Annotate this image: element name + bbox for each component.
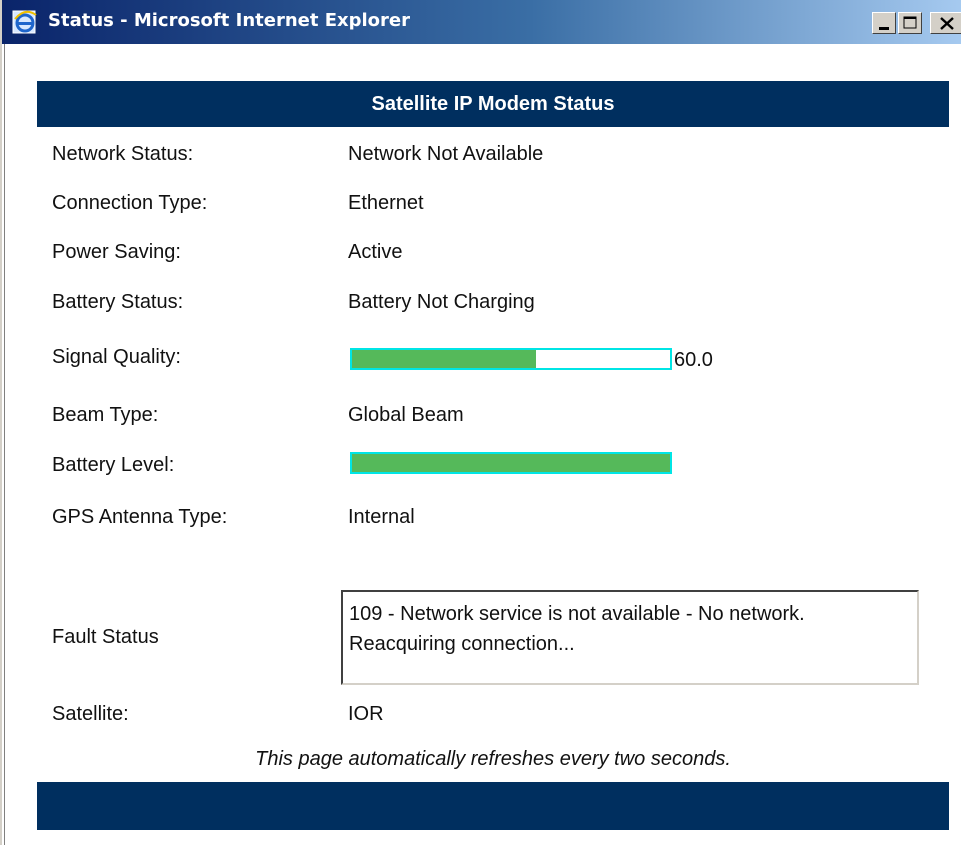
connection-type-label: Connection Type: xyxy=(52,192,208,214)
connection-type-value: Ethernet xyxy=(348,192,424,214)
refresh-note: This page automatically refreshes every … xyxy=(255,748,731,770)
close-button[interactable] xyxy=(930,12,961,34)
satellite-value: IOR xyxy=(348,703,384,725)
battery-level-bar-fill xyxy=(352,454,670,472)
fault-status-textbox[interactable]: 109 - Network service is not available -… xyxy=(341,590,919,685)
browser-window: Status - Microsoft Internet Explorer Sat… xyxy=(0,0,961,845)
signal-quality-bar-fill xyxy=(352,350,537,368)
signal-quality-bar xyxy=(350,348,672,370)
page-header: Satellite IP Modem Status xyxy=(37,81,949,127)
gps-antenna-type-label: GPS Antenna Type: xyxy=(52,506,228,528)
minimize-icon xyxy=(879,27,889,30)
power-saving-label: Power Saving: xyxy=(52,241,181,263)
gps-antenna-type-value: Internal xyxy=(348,506,415,528)
satellite-label: Satellite: xyxy=(52,703,129,725)
beam-type-value: Global Beam xyxy=(348,404,464,426)
minimize-button[interactable] xyxy=(872,12,896,34)
window-title: Status - Microsoft Internet Explorer xyxy=(48,10,411,31)
page-content: Satellite IP Modem Status Network Status… xyxy=(4,44,961,845)
maximize-icon xyxy=(903,16,917,29)
battery-level-label: Battery Level: xyxy=(52,454,175,476)
page-footer xyxy=(37,782,949,830)
network-status-label: Network Status: xyxy=(52,143,194,165)
ie-icon xyxy=(12,9,38,35)
beam-type-label: Beam Type: xyxy=(52,404,159,426)
maximize-button[interactable] xyxy=(898,12,922,34)
battery-level-bar xyxy=(350,452,672,474)
battery-status-value: Battery Not Charging xyxy=(348,291,535,313)
network-status-value: Network Not Available xyxy=(348,143,544,165)
signal-quality-label: Signal Quality: xyxy=(52,346,181,368)
title-bar[interactable]: Status - Microsoft Internet Explorer xyxy=(2,0,961,44)
fault-status-label: Fault Status xyxy=(52,626,159,648)
power-saving-value: Active xyxy=(348,241,403,263)
signal-quality-value: 60.0 xyxy=(674,349,713,371)
close-icon xyxy=(940,17,954,30)
battery-status-label: Battery Status: xyxy=(52,291,184,313)
